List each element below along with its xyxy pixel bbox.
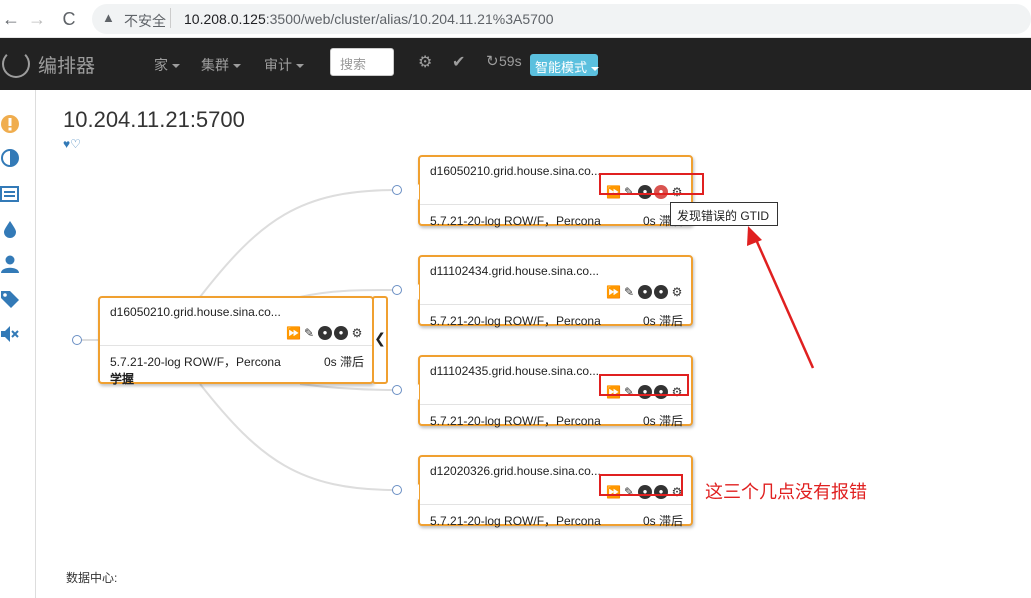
annotation-arrow (747, 226, 815, 369)
datacenter-label: 数据中心: (66, 571, 118, 585)
annotation-text: 这三个几点没有报错 (705, 482, 867, 502)
